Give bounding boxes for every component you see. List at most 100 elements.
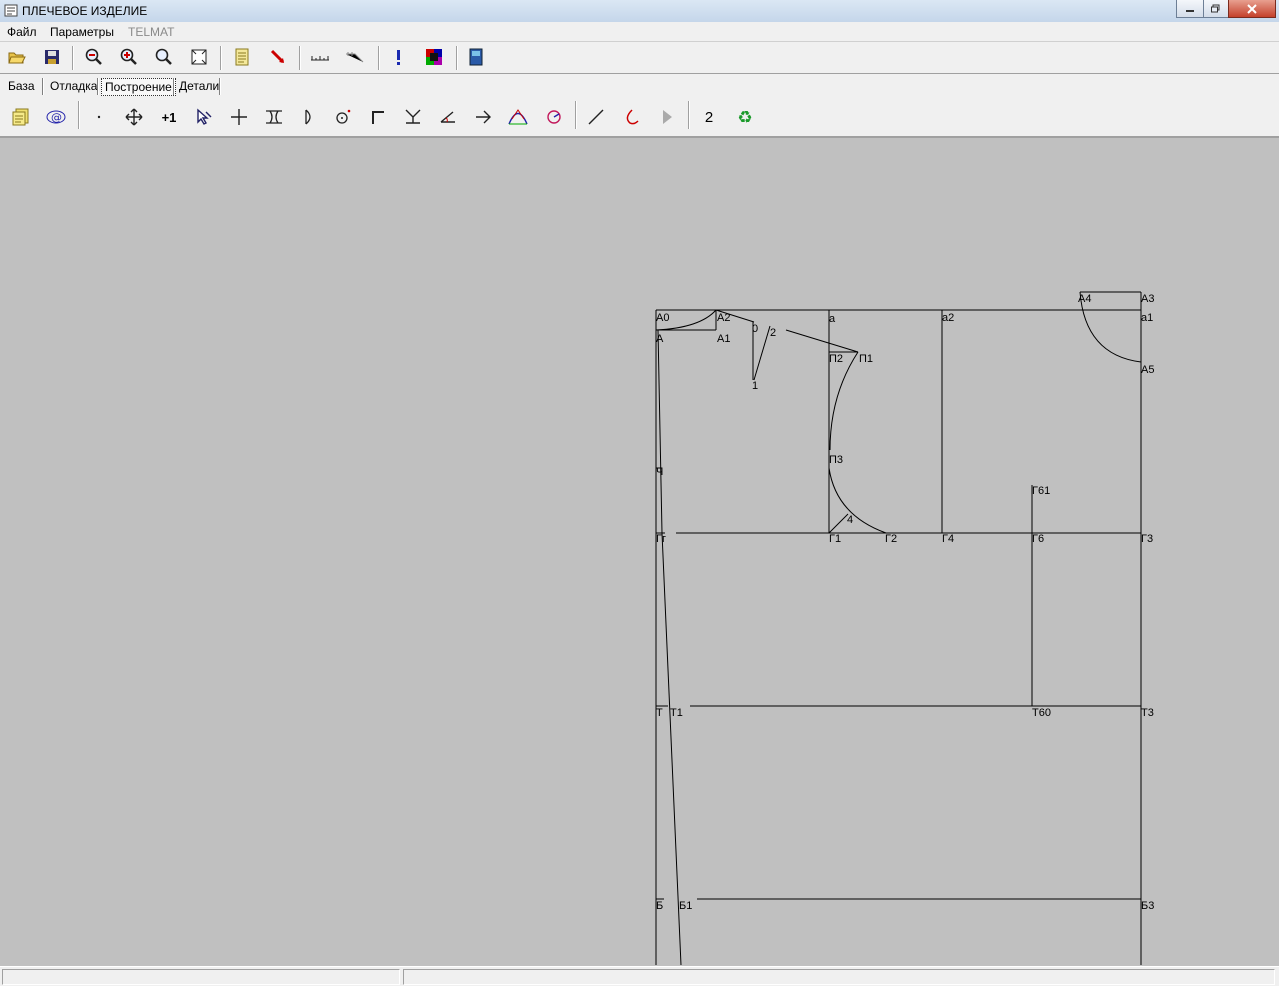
arc-button[interactable] [618,105,644,129]
tab-debug[interactable]: Отладка [47,78,100,94]
menu-parameters[interactable]: Параметры [50,25,114,39]
perpendicular-button[interactable] [400,105,426,129]
zoom-in-button[interactable] [117,46,141,68]
notes-icon [12,108,29,126]
line-button[interactable] [583,105,609,129]
corner-icon [372,111,384,124]
label-g61: Г61 [1032,485,1050,497]
pattern-drawing: А0 А А2 А1 0 2 1 а а2 А4 А3 а1 А5 П2 П1 … [655,291,1154,966]
move-button[interactable] [121,105,147,129]
label-a2-small: а2 [942,312,954,324]
maximize-button[interactable] [1203,0,1229,18]
curve-icon [508,109,528,125]
status-bar [0,966,1279,986]
corner-button[interactable] [365,105,391,129]
toolbar-separator [72,46,74,70]
close-icon [1247,3,1257,14]
tab-separator [173,78,175,95]
measure-angle-button[interactable] [343,46,367,68]
main-toolbar [0,42,1279,74]
play-button[interactable] [654,105,680,129]
zoom-in-icon [120,48,137,65]
label-a4: А4 [1078,293,1091,305]
perpendicular-icon [405,109,421,124]
toolbar-separator [78,101,80,129]
open-button[interactable] [5,46,29,68]
tab-separator [97,78,99,95]
half-circle-button[interactable] [296,105,322,129]
circle-point-button[interactable] [330,105,356,129]
status-panel-right [403,969,1275,985]
at-button[interactable]: @ [43,105,69,129]
zoom-button[interactable] [152,46,176,68]
notes-button[interactable] [8,105,34,129]
menu-bar: Файл Параметры TELMAT [0,22,1279,42]
tab-base[interactable]: База [5,78,38,94]
arrow-icon [476,110,491,124]
info-icon [397,50,400,65]
close-button[interactable] [1228,0,1276,18]
toolbar-separator [220,46,222,70]
label-p3: П3 [829,454,843,466]
cross-button[interactable] [226,105,252,129]
measure-button[interactable] [308,46,332,68]
info-button[interactable] [387,46,411,68]
menu-file[interactable]: Файл [7,25,37,39]
label-4: 4 [847,514,853,526]
curve-button[interactable] [505,105,531,129]
circle-arc-button[interactable] [541,105,567,129]
zoom-out-icon [85,48,102,65]
document-icon [235,48,249,66]
number-two-label: 2 [704,108,714,126]
tab-details[interactable]: Детали [176,78,222,94]
palette-button[interactable] [422,46,446,68]
half-circle-icon [305,109,311,125]
maximize-icon [1211,4,1220,13]
angle-button[interactable] [435,105,461,129]
save-button[interactable] [40,46,64,68]
label-a-small: а [829,313,836,325]
arrow-button[interactable] [470,105,496,129]
label-a2: А2 [717,312,730,324]
label-1: 1 [752,380,758,392]
label-t60: Т60 [1032,707,1051,719]
title-bar: ПЛЕЧЕВОЕ ИЗДЕЛИЕ [0,0,1279,23]
label-b: Б [656,900,663,912]
tab-separator [42,78,44,95]
number-two-button[interactable]: 2 [696,105,722,129]
fit-window-icon [191,49,207,65]
tab-construction[interactable]: Построение [101,78,176,96]
angle-icon [440,111,455,123]
toolbar-separator [299,46,301,70]
label-a0: А0 [656,312,669,324]
label-g6: Г6 [1032,533,1044,545]
palette-icon [426,49,442,65]
label-p2: П2 [829,353,843,365]
fit-window-button[interactable] [187,46,211,68]
pointer-button[interactable] [266,46,290,68]
document-button[interactable] [230,46,254,68]
minimize-button[interactable] [1176,0,1204,18]
label-a3: А3 [1141,293,1154,305]
label-b3: Б3 [1141,900,1154,912]
book-button[interactable] [464,46,488,68]
point-button[interactable] [86,105,112,129]
label-g3: Г3 [1141,533,1153,545]
bracket-button[interactable] [261,105,287,129]
recycle-button[interactable]: ♻ [732,105,758,129]
measure-angle-icon [346,52,364,63]
menu-telmat[interactable]: TELMAT [128,25,174,39]
toolbar-separator [688,101,690,129]
label-a1-small: а1 [1141,312,1153,324]
zoom-icon [155,48,172,65]
plus-one-button[interactable]: +1 [156,105,182,129]
drawing-canvas[interactable]: А0 А А2 А1 0 2 1 а а2 А4 А3 а1 А5 П2 П1 … [0,138,1279,966]
label-b1: Б1 [679,900,692,912]
select-button[interactable] [191,105,217,129]
at-icon: @ [46,110,66,124]
zoom-out-button[interactable] [82,46,106,68]
armhole-lower [828,467,887,534]
label-0: 0 [752,323,758,335]
toolbar-separator [575,101,577,129]
recycle-icon: ♻ [737,107,753,127]
